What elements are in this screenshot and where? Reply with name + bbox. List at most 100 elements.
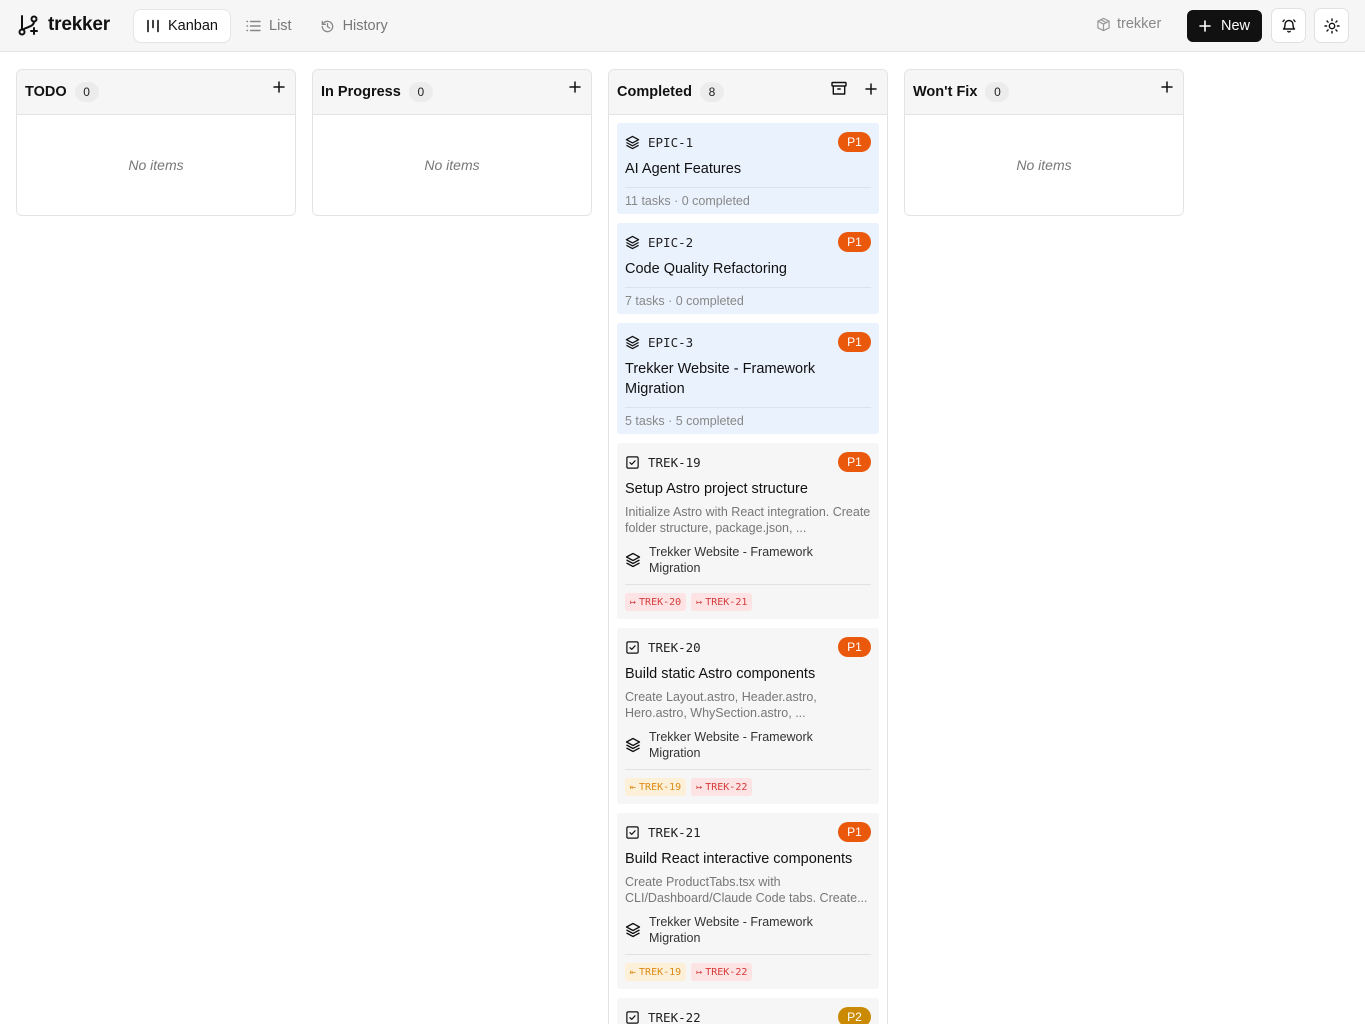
column-todo: TODO 0 No items — [16, 69, 296, 216]
card-description: Create ProductTabs.tsx with CLI/Dashboar… — [625, 875, 868, 905]
priority-badge: P1 — [838, 232, 871, 252]
card-title: AI Agent Features — [625, 161, 742, 177]
dependency-label: TREK-22 — [705, 966, 748, 978]
dependency-label: TREK-20 — [639, 596, 682, 608]
column-title: In Progress — [321, 84, 401, 100]
layers-icon — [625, 737, 641, 753]
column-count-badge: 8 — [699, 82, 724, 102]
dependency-label: TREK-22 — [705, 781, 748, 793]
task-card[interactable]: TREK-22 P2 — [617, 998, 879, 1024]
card-id: TREK-19 — [648, 454, 701, 470]
kanban-icon — [147, 19, 159, 33]
notifications-button[interactable] — [1271, 8, 1306, 43]
column-title: TODO — [25, 84, 67, 100]
column-title: Won't Fix — [913, 84, 978, 100]
dependency-label: TREK-19 — [639, 966, 682, 978]
logo-icon — [18, 15, 38, 36]
task-card[interactable]: TREK-19 P1 Setup Astro project structure… — [617, 443, 879, 619]
card-epic-link[interactable]: Trekker Website - Framework Migration — [625, 914, 871, 946]
dependency-badge[interactable]: ↦ TREK-22 — [691, 778, 753, 796]
tab-history-label: History — [342, 18, 388, 34]
layers-icon — [625, 335, 640, 349]
dependency-badge[interactable]: ↦ TREK-20 — [625, 593, 687, 611]
card-dependencies: ⇤ TREK-19 ↦ TREK-22 — [625, 954, 871, 989]
blocks-icon: ↦ — [630, 596, 637, 608]
layers-icon — [625, 922, 641, 938]
add-icon[interactable] — [865, 82, 877, 95]
card-progress: 11 tasks · 0 completed — [625, 187, 871, 214]
task-card[interactable]: TREK-21 P1 Build React interactive compo… — [617, 813, 879, 989]
epic-card[interactable]: EPIC-3 P1 Trekker Website - Framework Mi… — [617, 323, 879, 434]
checkbox-icon — [626, 825, 639, 839]
history-icon — [321, 20, 333, 32]
dependency-badge[interactable]: ⇤ TREK-19 — [625, 963, 687, 981]
column-title: Completed — [617, 84, 692, 100]
card-id: EPIC-3 — [648, 334, 694, 350]
card-dependencies: ↦ TREK-20 ↦ TREK-21 — [625, 584, 871, 619]
add-icon[interactable] — [273, 81, 285, 93]
dependency-badge[interactable]: ↦ TREK-21 — [691, 593, 753, 611]
view-tabs: Kanban List History — [134, 10, 400, 42]
archive-icon[interactable] — [831, 81, 847, 96]
project-name: trekker — [1117, 16, 1162, 32]
card-id: TREK-22 — [648, 1009, 701, 1024]
task-card[interactable]: TREK-20 P1 Build static Astro components… — [617, 628, 879, 804]
card-epic-link[interactable]: Trekker Website - Framework Migration — [625, 729, 871, 761]
card-title: Code Quality Refactoring — [625, 261, 787, 277]
card-progress: 7 tasks · 0 completed — [625, 287, 871, 314]
column-in-progress: In Progress 0 No items — [312, 69, 592, 216]
plus-icon — [1199, 20, 1211, 32]
card-id: EPIC-1 — [648, 134, 694, 150]
dependency-badge[interactable]: ↦ TREK-22 — [691, 963, 753, 981]
theme-toggle-button[interactable] — [1314, 8, 1349, 43]
priority-badge: P1 — [838, 132, 871, 152]
dependency-badge[interactable]: ⇤ TREK-19 — [625, 778, 687, 796]
layers-icon — [625, 135, 640, 149]
column-count-badge: 0 — [74, 82, 99, 102]
layers-icon — [625, 235, 640, 249]
new-button-label: New — [1220, 18, 1250, 34]
empty-state: No items — [128, 157, 184, 173]
sun-icon — [1323, 17, 1340, 34]
dependency-label: TREK-21 — [705, 596, 748, 608]
tab-kanban-label: Kanban — [168, 18, 218, 34]
blocked-by-icon: ⇤ — [630, 966, 637, 978]
blocks-icon: ↦ — [696, 966, 703, 978]
epic-card[interactable]: EPIC-2 P1 Code Quality Refactoring 7 tas… — [617, 223, 879, 314]
priority-badge: P1 — [838, 452, 871, 472]
new-button[interactable]: New — [1187, 10, 1262, 42]
blocked-by-icon: ⇤ — [630, 781, 637, 793]
tab-kanban[interactable]: Kanban — [134, 10, 230, 42]
add-icon[interactable] — [1161, 81, 1173, 93]
tab-list[interactable]: List — [234, 10, 304, 42]
bell-icon — [1281, 18, 1296, 33]
card-epic-link[interactable]: Trekker Website - Framework Migration — [625, 544, 871, 576]
card-title: Setup Astro project structure — [625, 481, 808, 497]
card-id: EPIC-2 — [648, 234, 694, 250]
card-description: Initialize Astro with React integration.… — [625, 505, 871, 535]
checkbox-icon — [626, 640, 639, 654]
checkbox-icon — [626, 455, 639, 469]
epic-card[interactable]: EPIC-1 P1 AI Agent Features 11 tasks · 0… — [617, 123, 879, 214]
column-header: Won't Fix 0 — [905, 70, 1183, 115]
add-icon[interactable] — [569, 81, 581, 93]
card-title: Build React interactive components — [625, 851, 853, 867]
card-progress: 5 tasks · 5 completed — [625, 407, 871, 434]
app-name: trekker — [48, 14, 110, 35]
top-bar: trekker Kanban List History trekker New — [0, 0, 1365, 52]
column-wont-fix: Won't Fix 0 No items — [904, 69, 1184, 216]
column-header: Completed 8 — [609, 70, 887, 115]
empty-state: No items — [1016, 157, 1072, 173]
card-title: Build static Astro components — [625, 666, 816, 682]
column-header: TODO 0 — [17, 70, 295, 115]
card-id: TREK-21 — [648, 824, 701, 840]
tab-history[interactable]: History — [308, 10, 400, 42]
card-dependencies: ⇤ TREK-19 ↦ TREK-22 — [625, 769, 871, 804]
project-selector[interactable]: trekker — [1096, 16, 1161, 32]
column-header: In Progress 0 — [313, 70, 591, 115]
layers-icon — [625, 552, 641, 568]
app-logo[interactable]: trekker — [16, 13, 110, 37]
checkbox-icon — [626, 1010, 639, 1024]
card-description: Create Layout.astro, Header.astro, Hero.… — [625, 690, 817, 720]
column-cards: EPIC-1 P1 AI Agent Features 11 tasks · 0… — [609, 115, 887, 1024]
